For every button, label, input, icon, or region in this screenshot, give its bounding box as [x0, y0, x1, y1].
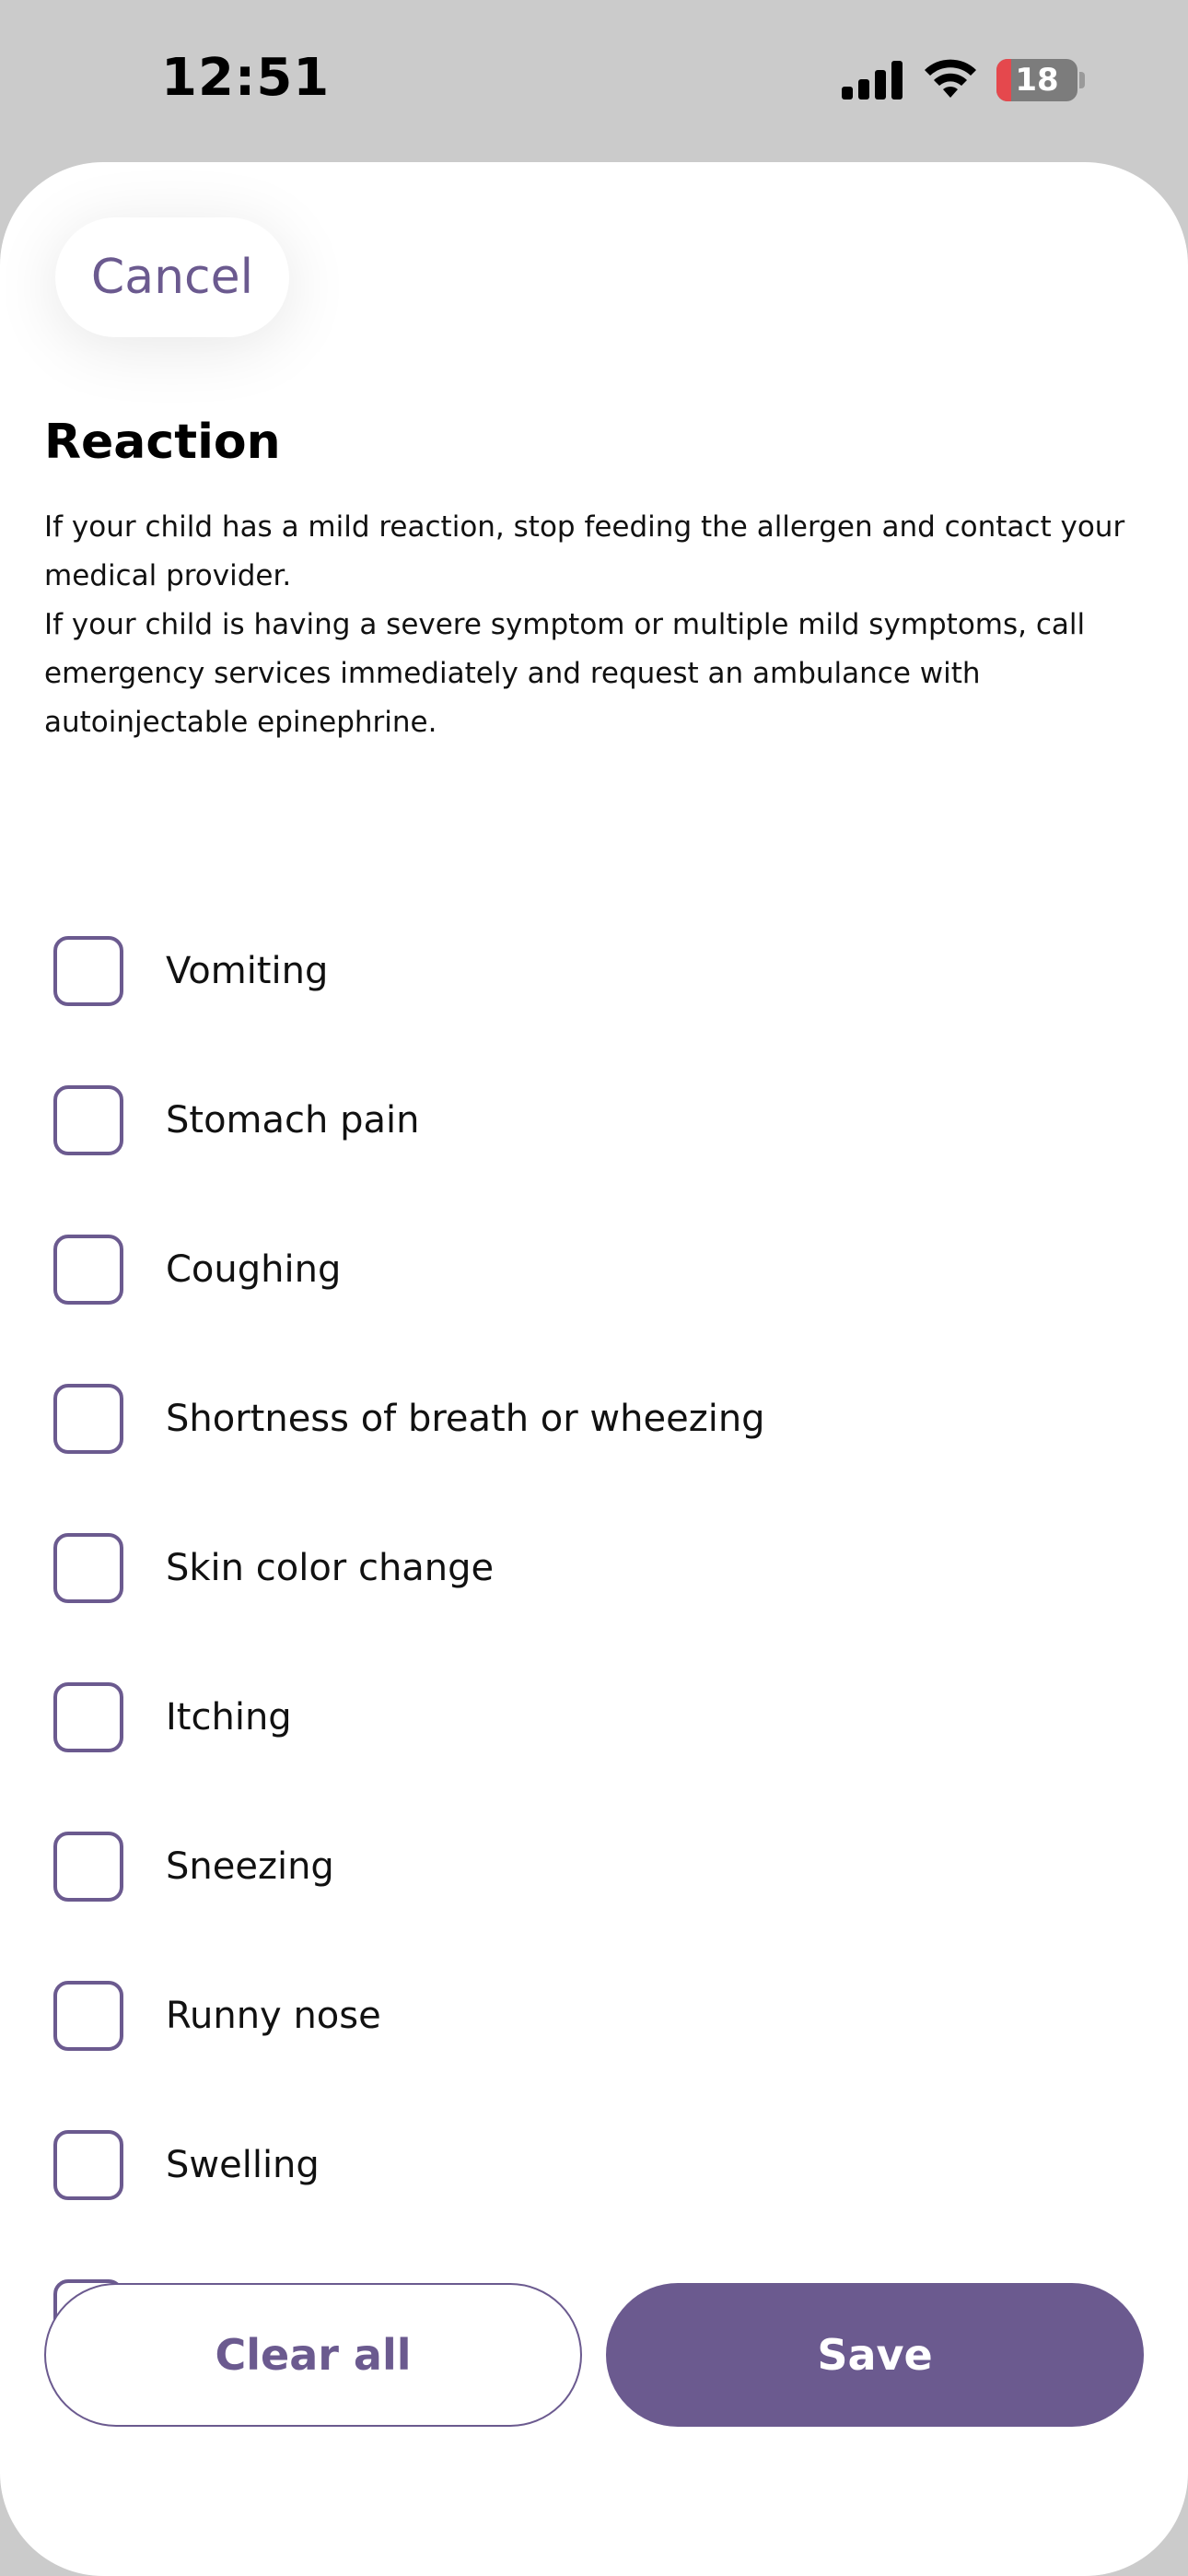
- option-shortness-of-breath[interactable]: Shortness of breath or wheezing: [0, 1364, 1188, 1474]
- checkbox[interactable]: [53, 2130, 123, 2200]
- option-label: Stomach pain: [166, 1099, 420, 1142]
- option-label: Swelling: [166, 2144, 320, 2186]
- checkbox[interactable]: [53, 1384, 123, 1454]
- wifi-icon: [925, 59, 976, 98]
- status-bar: 12:51 18: [0, 0, 1188, 162]
- description: If your child has a mild reaction, stop …: [44, 503, 1159, 747]
- checkbox[interactable]: [53, 936, 123, 1006]
- checkbox[interactable]: [53, 1085, 123, 1155]
- description-severe: If your child is having a severe symptom…: [44, 608, 1086, 739]
- option-swelling[interactable]: Swelling: [0, 2110, 1188, 2220]
- option-label: Runny nose: [166, 1995, 381, 2037]
- battery-body: 18: [996, 59, 1077, 101]
- option-stomach-pain[interactable]: Stomach pain: [0, 1065, 1188, 1176]
- option-label: Vomiting: [166, 950, 329, 992]
- option-runny-nose[interactable]: Runny nose: [0, 1961, 1188, 2071]
- option-sneezing[interactable]: Sneezing: [0, 1811, 1188, 1922]
- option-label: Skin color change: [166, 1547, 495, 1589]
- option-label: Shortness of breath or wheezing: [166, 1398, 765, 1440]
- checkbox[interactable]: [53, 1832, 123, 1902]
- battery-icon: 18: [996, 59, 1085, 101]
- battery-cap: [1079, 72, 1085, 88]
- checkbox[interactable]: [53, 1235, 123, 1305]
- checkbox[interactable]: [53, 1981, 123, 2051]
- clear-all-button[interactable]: Clear all: [44, 2283, 582, 2427]
- option-skin-color-change[interactable]: Skin color change: [0, 1513, 1188, 1623]
- battery-level: 18: [1015, 62, 1059, 99]
- save-button[interactable]: Save: [606, 2283, 1144, 2427]
- checkbox[interactable]: [53, 1682, 123, 1752]
- option-coughing[interactable]: Coughing: [0, 1214, 1188, 1325]
- option-label: Itching: [166, 1696, 292, 1739]
- cancel-button[interactable]: Cancel: [55, 217, 289, 337]
- option-label: Coughing: [166, 1248, 342, 1291]
- option-label: Sneezing: [166, 1845, 334, 1888]
- checkbox[interactable]: [53, 1533, 123, 1603]
- cellular-signal-icon: [842, 61, 903, 100]
- reaction-sheet: Cancel Reaction If your child has a mild…: [0, 162, 1188, 2576]
- description-mild: If your child has a mild reaction, stop …: [44, 510, 1125, 592]
- page-title: Reaction: [44, 415, 281, 470]
- option-vomiting[interactable]: Vomiting: [0, 916, 1188, 1026]
- status-time: 12:51: [161, 48, 331, 108]
- option-itching[interactable]: Itching: [0, 1662, 1188, 1773]
